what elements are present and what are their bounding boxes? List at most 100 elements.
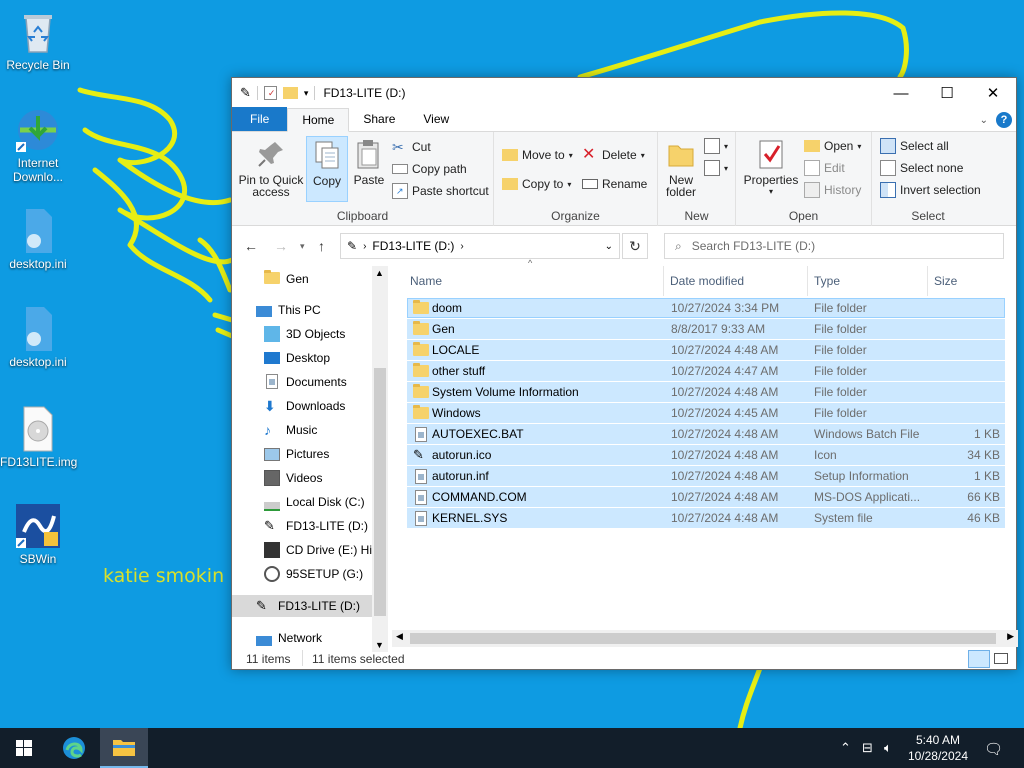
new-folder-button[interactable]: New folder — [662, 136, 700, 202]
file-row[interactable]: KERNEL.SYS 10/27/2024 4:48 AM System file 4… — [407, 508, 1005, 528]
properties-button[interactable]: Properties ▾ — [742, 136, 800, 206]
qat-dropdown-icon[interactable]: ▾ — [304, 88, 309, 99]
copy-to-button[interactable]: Copy to ▾ — [502, 174, 571, 194]
scroll-down-icon[interactable]: ▼ — [375, 640, 384, 650]
nav-item-desktop[interactable]: Desktop — [264, 347, 330, 369]
nav-item-videos[interactable]: Videos — [264, 467, 322, 489]
file-explorer-taskbar-button[interactable] — [100, 728, 148, 768]
refresh-button[interactable]: ↻ — [622, 233, 648, 259]
fd13lite-img-file[interactable]: FD13LITE.img — [0, 405, 77, 469]
nav-item-fd13-lite-d[interactable]: ✎ FD13-LITE (D:) — [264, 515, 368, 537]
properties-qat-icon[interactable]: ✓ — [263, 86, 277, 100]
chevron-down-icon: ▾ — [567, 179, 572, 189]
start-button[interactable] — [0, 728, 48, 768]
easy-access-button[interactable]: ▾ — [704, 158, 728, 178]
select-all-button[interactable]: Select all — [880, 136, 949, 156]
internet-download-manager[interactable]: Internet Downlo... — [0, 106, 76, 184]
file-row[interactable]: System Volume Information 10/27/2024 4:48… — [407, 382, 1005, 402]
file-explorer-window[interactable]: ✎ ✓ ▾ FD13-LITE (D:) — ☐ ✕ File Home Sha… — [231, 77, 1018, 670]
desktop-ini-file[interactable]: desktop.ini — [0, 305, 76, 369]
nav-item-95setup-g[interactable]: 95SETUP (G:) — [264, 563, 363, 585]
scroll-right-icon[interactable]: ▶ — [1007, 631, 1014, 642]
paste-shortcut-button[interactable]: ↗ Paste shortcut — [392, 181, 489, 201]
sbwin-shortcut[interactable]: SBWin — [0, 502, 76, 566]
nav-item-music[interactable]: ♪ Music — [264, 419, 317, 441]
file-row[interactable]: doom 10/27/2024 3:34 PM File folder — [407, 298, 1005, 318]
close-button[interactable]: ✕ — [970, 78, 1016, 108]
desktop-ini-file[interactable]: desktop.ini — [0, 207, 76, 271]
column-header-size[interactable]: Size — [928, 266, 1004, 296]
recent-locations-icon[interactable]: ▾ — [300, 241, 305, 252]
file-row[interactable]: ✎ autorun.ico 10/27/2024 4:48 AM Icon 34 KB — [407, 445, 1005, 465]
file-row[interactable]: LOCALE 10/27/2024 4:48 AM File folder — [407, 340, 1005, 360]
file-row[interactable]: COMMAND.COM 10/27/2024 4:48 AM MS-DOS Appl… — [407, 487, 1005, 507]
clock[interactable]: 5:40 AM 10/28/2024 — [908, 732, 968, 764]
up-arrow-icon[interactable]: ↑ — [318, 238, 325, 254]
edit-button[interactable]: Edit — [804, 158, 845, 178]
scroll-up-icon[interactable]: ▲ — [375, 268, 384, 278]
expand-ribbon-icon[interactable]: ⌄ — [980, 115, 988, 126]
nav-item-downloads[interactable]: ⬇ Downloads — [264, 395, 345, 417]
nav-item-local-disk-c[interactable]: Local Disk (C:) — [264, 491, 365, 513]
pin-to-quick-access-button[interactable]: Pin to Quick access — [236, 136, 306, 202]
notifications-icon[interactable]: 🗨︎ — [984, 740, 1003, 758]
tab-share[interactable]: Share — [349, 107, 409, 131]
scroll-left-icon[interactable]: ◀ — [396, 631, 403, 642]
volume-muted-icon[interactable]: 🔈︎ — [884, 740, 892, 756]
delete-x-icon: ✕ — [582, 146, 596, 163]
invert-selection-button[interactable]: Invert selection — [880, 180, 981, 200]
cut-button[interactable]: ✂ Cut — [392, 137, 431, 157]
delete-button[interactable]: ✕ Delete ▾ — [582, 145, 645, 165]
nav-item-network[interactable]: Network — [256, 627, 322, 649]
nav-item-pictures[interactable]: Pictures — [264, 443, 329, 465]
tab-file[interactable]: File — [232, 107, 288, 131]
details-view-icon[interactable] — [968, 650, 990, 668]
tab-home[interactable]: Home — [287, 108, 350, 132]
nav-item-gen[interactable]: Gen — [264, 268, 309, 290]
rename-button[interactable]: Rename — [582, 174, 647, 194]
edge-taskbar-button[interactable] — [50, 728, 98, 768]
address-dropdown-icon[interactable]: ⌄ — [605, 241, 613, 252]
new-item-button[interactable]: ▾ — [704, 136, 728, 156]
nav-item-fd13-lite-d-root[interactable]: ✎ FD13-LITE (D:) — [232, 595, 372, 617]
paste-button[interactable]: Paste — [350, 136, 388, 202]
move-to-button[interactable]: Move to ▾ — [502, 145, 573, 165]
recycle-bin[interactable]: Recycle Bin — [0, 8, 76, 72]
address-bar[interactable]: ✎ › FD13-LITE (D:) › ⌄ — [340, 233, 620, 259]
large-icons-view-icon[interactable] — [994, 653, 1008, 664]
copy-button[interactable]: Copy — [306, 136, 348, 202]
file-row[interactable]: AUTOEXEC.BAT 10/27/2024 4:48 AM Windows Ba… — [407, 424, 1005, 444]
new-folder-qat-icon[interactable] — [282, 87, 298, 99]
maximize-button[interactable]: ☐ — [924, 78, 970, 108]
search-box[interactable]: ⌕ Search FD13-LITE (D:) — [664, 233, 1004, 259]
title-bar[interactable]: ✎ ✓ ▾ FD13-LITE (D:) — ☐ ✕ — [232, 78, 1016, 108]
minimize-button[interactable]: — — [878, 78, 924, 108]
file-date: 10/27/2024 4:48 AM — [671, 469, 779, 483]
show-hidden-icons-icon[interactable]: ⌃ — [840, 740, 851, 756]
file-row[interactable]: Gen 8/8/2017 9:33 AM File folder — [407, 319, 1005, 339]
open-button[interactable]: Open ▾ — [804, 136, 861, 156]
history-button[interactable]: History — [804, 180, 861, 200]
file-row[interactable]: other stuff 10/27/2024 4:47 AM File folder — [407, 361, 1005, 381]
help-icon[interactable]: ? — [996, 112, 1012, 128]
select-none-button[interactable]: Select none — [880, 158, 963, 178]
breadcrumb-drive[interactable]: FD13-LITE (D:) — [372, 239, 454, 253]
horizontal-scrollbar[interactable]: ◀ ▶ — [392, 630, 1018, 647]
nav-item-cd-drive-e[interactable]: CD Drive (E:) Hir — [264, 539, 376, 561]
nav-item-this-pc[interactable]: This PC — [256, 299, 321, 321]
nav-item-3d-objects[interactable]: 3D Objects — [264, 323, 345, 345]
nav-item-documents[interactable]: Documents — [264, 371, 347, 393]
column-header-name[interactable]: Name — [404, 266, 664, 296]
column-header-type[interactable]: Type — [808, 266, 928, 296]
nav-scrollbar-thumb[interactable] — [374, 368, 386, 616]
nav-pane-scrollbar[interactable]: ▲ ▼ — [372, 266, 388, 652]
tab-view[interactable]: View — [409, 107, 463, 131]
copy-path-button[interactable]: Copy path — [392, 159, 467, 179]
file-row[interactable]: Windows 10/27/2024 4:45 AM File folder — [407, 403, 1005, 423]
back-arrow-icon[interactable]: ← — [244, 238, 258, 254]
file-row[interactable]: autorun.inf 10/27/2024 4:48 AM Setup Infor… — [407, 466, 1005, 486]
column-header-date[interactable]: Date modified — [664, 266, 808, 296]
forward-arrow-icon[interactable]: → — [274, 238, 288, 254]
horizontal-scrollbar-thumb[interactable] — [410, 633, 996, 644]
network-tray-icon[interactable]: ⊟ — [862, 740, 873, 756]
